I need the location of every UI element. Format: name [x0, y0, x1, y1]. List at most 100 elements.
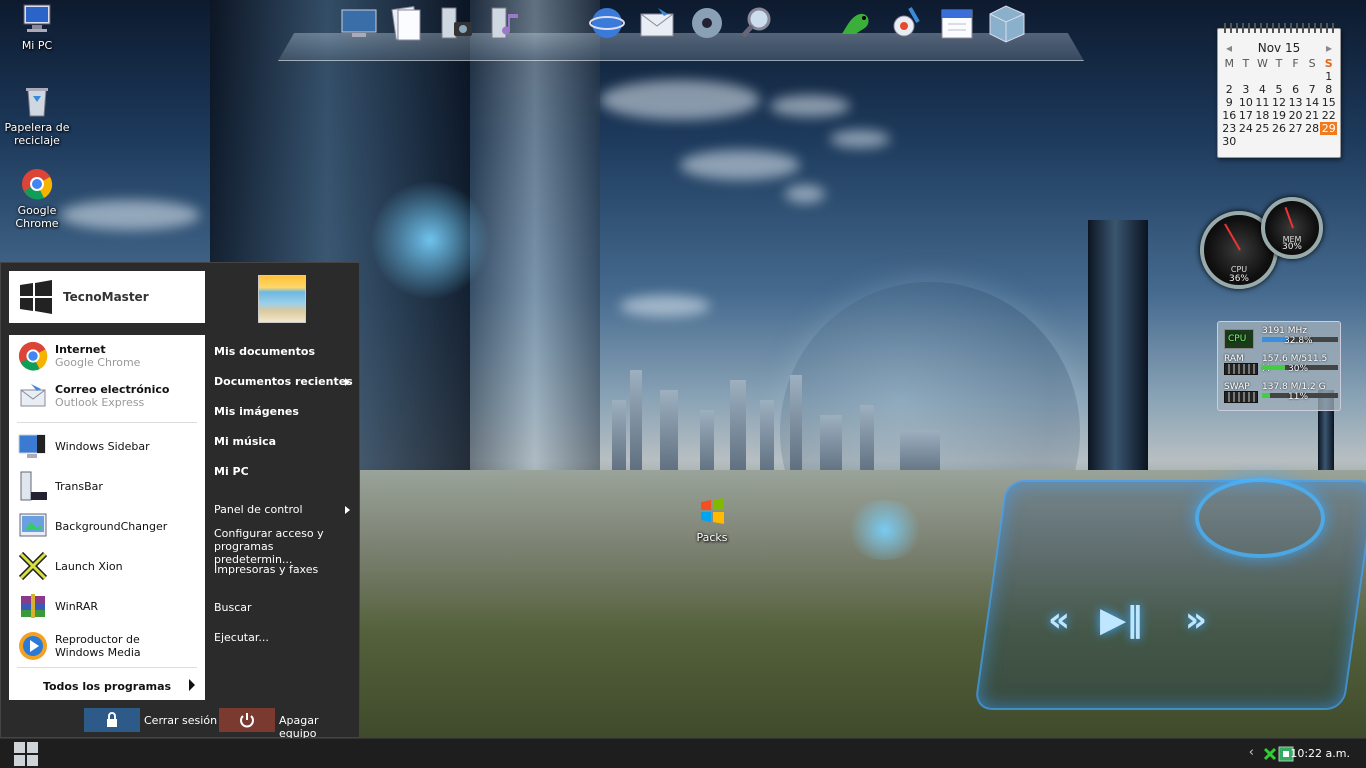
start-item-transbar[interactable]: TransBar — [9, 467, 205, 505]
calendar-prev-button[interactable]: ◂ — [1226, 41, 1232, 55]
windows-logo-icon — [695, 494, 729, 528]
calendar-day-name: M — [1224, 57, 1235, 70]
calendar-day[interactable]: 2 — [1221, 83, 1238, 96]
calendar-month-label: Nov 15 — [1257, 41, 1301, 55]
calendar-day[interactable]: 5 — [1271, 83, 1288, 96]
calendar-next-button[interactable]: ▸ — [1326, 41, 1332, 55]
start-item-title: WinRAR — [55, 599, 99, 613]
calendar-day[interactable]: 10 — [1238, 96, 1255, 109]
search-icon[interactable] — [736, 2, 778, 44]
transbar-icon — [17, 470, 49, 502]
calendar-day — [1320, 135, 1337, 148]
calendar-day[interactable]: 3 — [1238, 83, 1255, 96]
calendar-day[interactable]: 27 — [1287, 122, 1304, 135]
start-item-winrar[interactable]: WinRAR — [9, 587, 205, 625]
calendar-day[interactable]: 19 — [1271, 109, 1288, 122]
shutdown-button[interactable] — [219, 708, 275, 732]
media-player-icon[interactable] — [686, 2, 728, 44]
calendar-day[interactable]: 16 — [1221, 109, 1238, 122]
logoff-button[interactable] — [84, 708, 140, 732]
calendar-day[interactable]: 24 — [1238, 122, 1255, 135]
windows-logo-icon — [20, 280, 52, 314]
start-right-item[interactable]: Configurar acceso y programas predetermi… — [214, 527, 354, 566]
desktop-icon-packs[interactable]: Packs — [675, 494, 749, 544]
calendar-day — [1304, 135, 1321, 148]
gecko-icon[interactable] — [836, 2, 878, 44]
calendar-day[interactable]: 26 — [1271, 122, 1288, 135]
start-right-item[interactable]: Mis imágenes — [214, 405, 354, 418]
start-item-windows-media-player[interactable]: Reproductor de Windows Media — [9, 627, 205, 665]
calendar-gadget: ◂ Nov 15 ▸ M T W T F S S 1 2 3 4 5 6 7 8 9 10 11 12 13 14 15 1… — [1217, 23, 1341, 158]
start-button[interactable] — [14, 742, 38, 766]
network-icon[interactable] — [1263, 747, 1277, 761]
calendar-day[interactable]: 30 — [1221, 135, 1238, 148]
calendar-day[interactable]: 12 — [1271, 96, 1288, 109]
start-right-item[interactable]: Mi música — [214, 435, 354, 448]
calendar-day — [1254, 135, 1271, 148]
calendar-day[interactable]: 9 — [1221, 96, 1238, 109]
desktop-icon-label: Packs — [696, 531, 728, 544]
calendar-day[interactable]: 22 — [1320, 109, 1337, 122]
calendar-day[interactable]: 11 — [1254, 96, 1271, 109]
ram-chip-icon — [1224, 363, 1258, 375]
calendar-day[interactable]: 14 — [1304, 96, 1321, 109]
start-item-background-changer[interactable]: BackgroundChanger — [9, 507, 205, 545]
sysmon-cpu-pct: 32.8% — [1284, 336, 1313, 346]
calendar-icon[interactable] — [936, 2, 978, 44]
desktop-icon-google-chrome[interactable]: Google Chrome — [0, 167, 74, 230]
user-avatar[interactable] — [258, 275, 306, 323]
calendar-day[interactable]: 28 — [1304, 122, 1321, 135]
winrar-icon — [17, 590, 49, 622]
chevron-right-icon — [345, 506, 350, 514]
user-tile[interactable]: TecnoMaster — [9, 271, 205, 323]
desktop-icon-mi-pc[interactable]: Mi PC — [0, 2, 74, 52]
all-programs-button[interactable]: Todos los programas — [9, 672, 205, 700]
desktop-icon-recycle-bin[interactable]: Papelera de reciclaje — [0, 84, 74, 147]
start-right-item[interactable]: Impresoras y faxes — [214, 563, 354, 576]
calendar-day[interactable]: 18 — [1254, 109, 1271, 122]
settings-icon[interactable] — [886, 2, 928, 44]
mem-gauge: MEM 30% — [1261, 197, 1323, 259]
calendar-day[interactable]: 4 — [1254, 83, 1271, 96]
start-item-subtitle: Google Chrome — [55, 356, 141, 369]
calendar-day[interactable]: 21 — [1304, 109, 1321, 122]
calendar-grid: M T W T F S S 1 2 3 4 5 6 7 8 9 10 11 12 13 14 15 16 17 18 19 20 21… — [1218, 55, 1340, 150]
calendar-day[interactable]: 6 — [1287, 83, 1304, 96]
start-right-item[interactable]: Mis documentos — [214, 345, 354, 358]
calendar-day[interactable]: 8 — [1320, 83, 1337, 96]
monitor-icon[interactable] — [338, 2, 380, 44]
calendar-day[interactable]: 1 — [1320, 70, 1337, 83]
start-menu: TecnoMaster Internet Google Chrome Correo… — [0, 262, 360, 740]
calendar-day[interactable]: 15 — [1320, 96, 1337, 109]
calendar-day[interactable]: 23 — [1221, 122, 1238, 135]
start-item-launch-xion[interactable]: Launch Xion — [9, 547, 205, 585]
internet-globe-icon[interactable] — [586, 2, 628, 44]
logoff-label[interactable]: Cerrar sesión — [144, 714, 217, 727]
start-item-internet[interactable]: Internet Google Chrome — [9, 337, 205, 375]
calendar-day[interactable]: 20 — [1287, 109, 1304, 122]
documents-icon[interactable] — [386, 2, 428, 44]
user-name: TecnoMaster — [63, 290, 149, 304]
calendar-day[interactable]: 13 — [1287, 96, 1304, 109]
tray-expand-icon[interactable]: ‹ — [1249, 745, 1254, 760]
tray-clock[interactable]: 10:22 a.m. — [1290, 747, 1350, 760]
start-item-email[interactable]: Correo electrónico Outlook Express — [9, 377, 205, 415]
calendar-day[interactable]: 17 — [1238, 109, 1255, 122]
pictures-icon[interactable] — [436, 2, 478, 44]
start-right-item[interactable]: Buscar — [214, 601, 354, 614]
start-right-item[interactable]: Panel de control — [214, 503, 354, 516]
music-icon[interactable] — [486, 2, 528, 44]
calendar-day — [1221, 70, 1238, 83]
system-box-icon[interactable] — [986, 2, 1028, 44]
start-right-item[interactable]: Mi PC — [214, 465, 354, 478]
shutdown-label[interactable]: Apagar equipo — [279, 714, 359, 740]
start-right-item[interactable]: Ejecutar... — [214, 631, 354, 644]
start-item-title: BackgroundChanger — [55, 519, 168, 533]
mail-icon[interactable] — [636, 2, 678, 44]
start-right-item[interactable]: Documentos recientes — [214, 375, 354, 388]
calendar-day[interactable]: 7 — [1304, 83, 1321, 96]
start-item-windows-sidebar[interactable]: Windows Sidebar — [9, 427, 205, 465]
start-right-item-label: Mi música — [214, 435, 277, 448]
calendar-day[interactable]: 29 — [1320, 122, 1337, 135]
calendar-day[interactable]: 25 — [1254, 122, 1271, 135]
